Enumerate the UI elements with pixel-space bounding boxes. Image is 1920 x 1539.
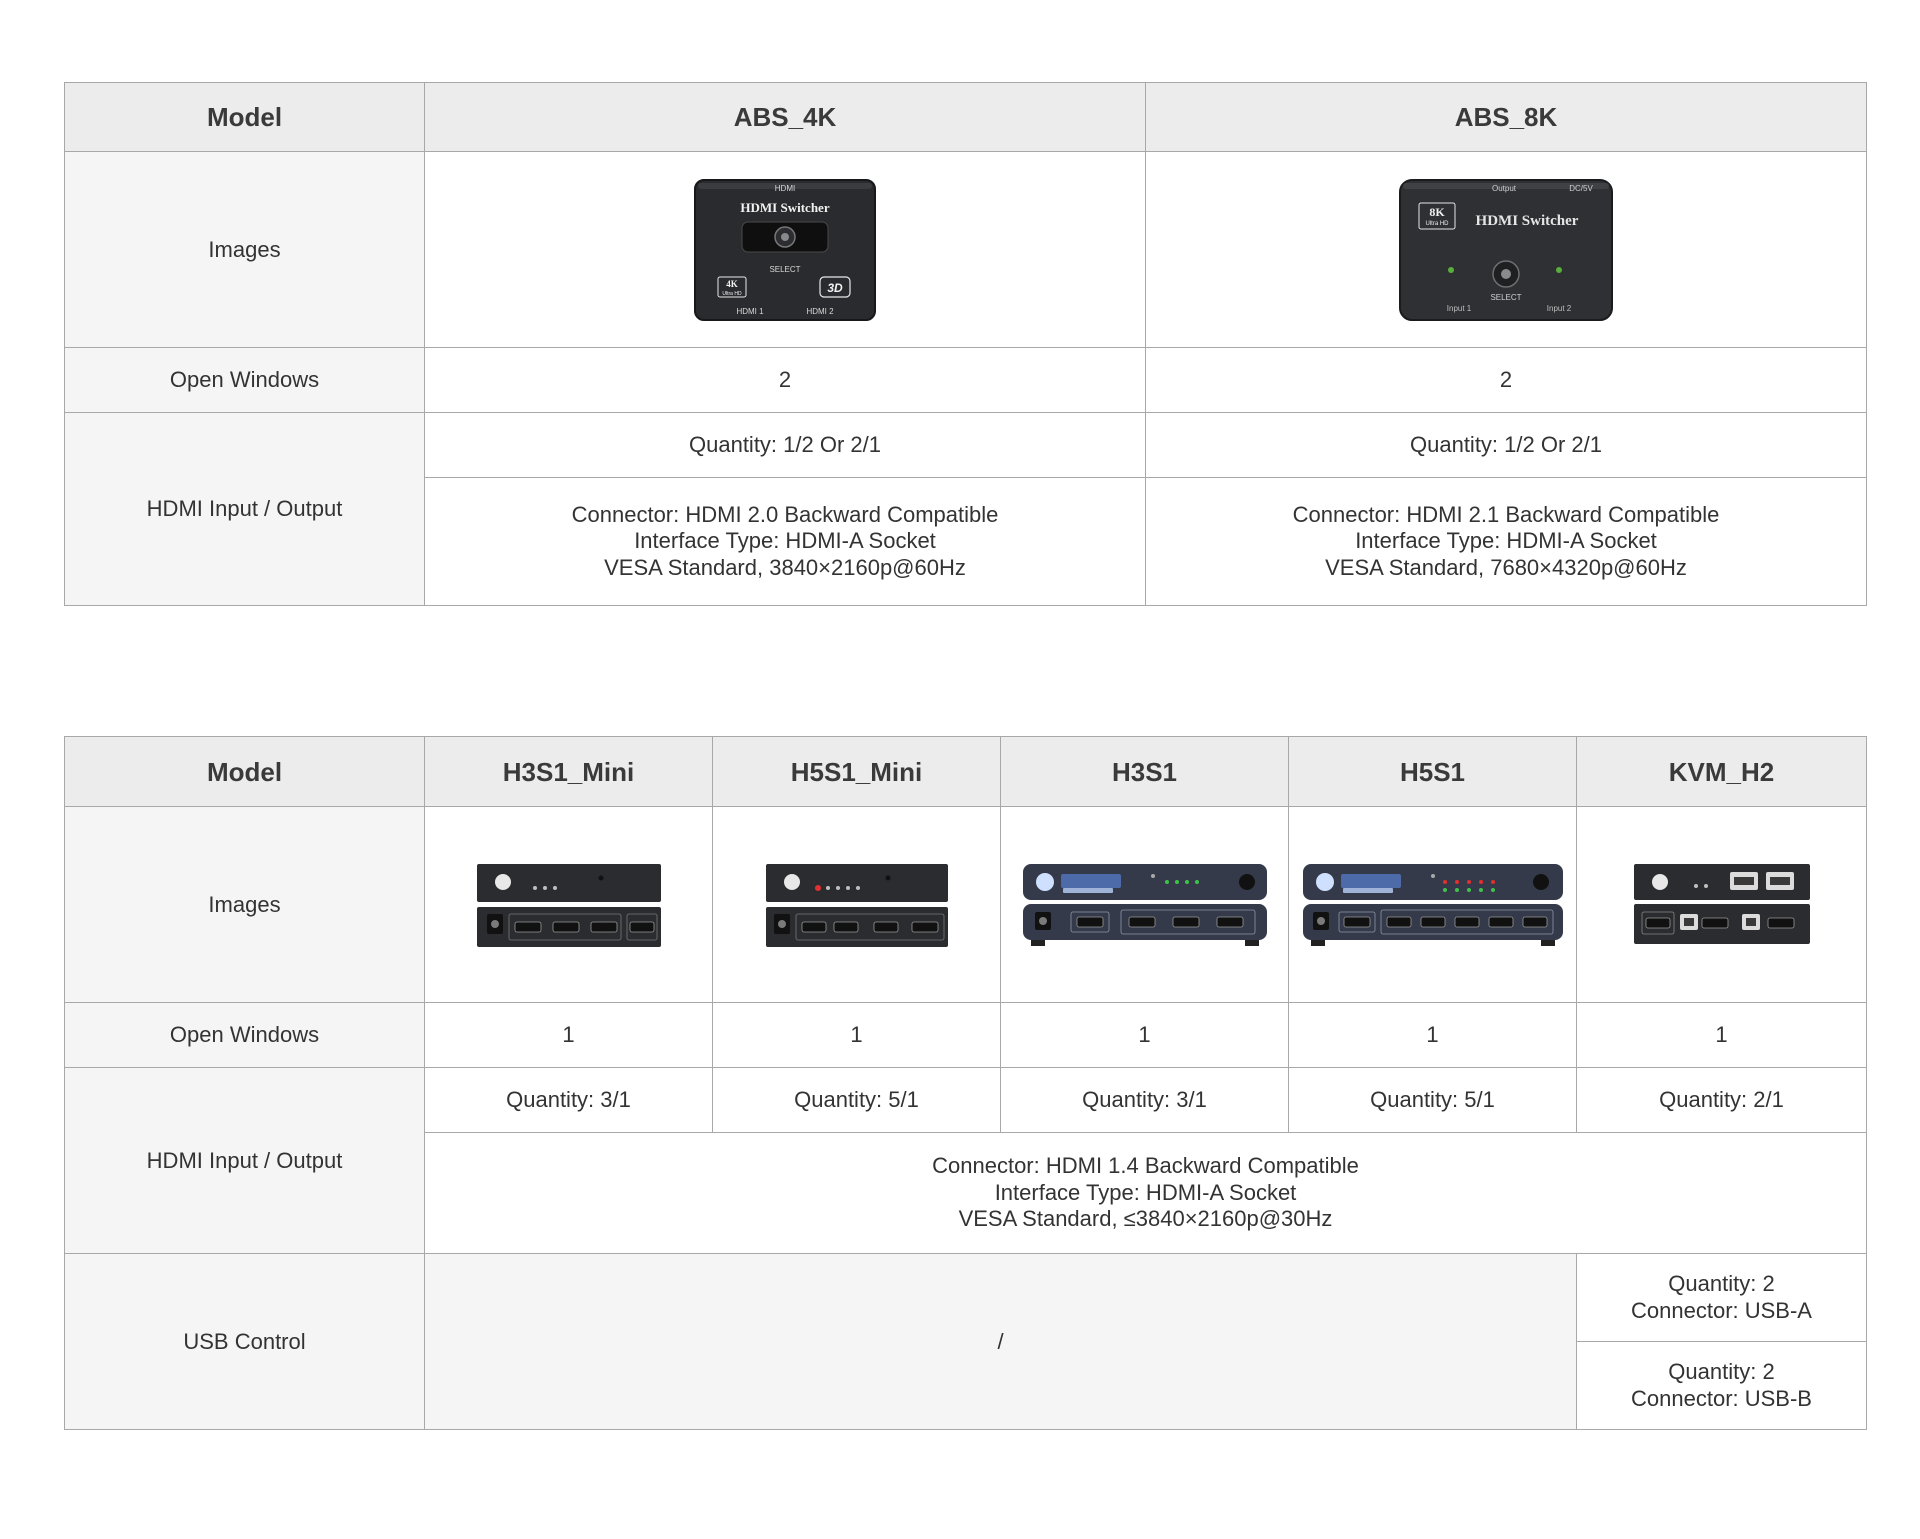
quantity-h3s1-mini: Quantity: 3/1: [424, 1067, 713, 1133]
svg-text:HDMI 1: HDMI 1: [736, 307, 764, 316]
images-row-label: Images: [64, 151, 425, 348]
image-cell-h5s1: [1288, 806, 1577, 1003]
model-name-abs-8k: ABS_8K: [1145, 82, 1867, 152]
model-name-h5s1-mini: H5S1_Mini: [712, 736, 1001, 807]
model-name-h3s1-mini: H3S1_Mini: [424, 736, 713, 807]
quantity-h3s1: Quantity: 3/1: [1000, 1067, 1289, 1133]
image-cell-abs-8k: Output DC/5V 8K Ultra HD HDMI Switcher S…: [1145, 151, 1867, 348]
open-windows-h3s1: 1: [1000, 1002, 1289, 1068]
h5s1-switch-image: [1302, 863, 1563, 946]
svg-text:DC/5V: DC/5V: [1569, 184, 1593, 193]
h3s1-switch-image: [1022, 863, 1267, 946]
usb-a-quantity: Quantity: 2: [1668, 1271, 1775, 1296]
connector-line: Connector: HDMI 2.1 Backward Compatible: [1292, 501, 1720, 527]
model-name-abs-4k: ABS_4K: [424, 82, 1146, 152]
open-windows-h3s1-mini: 1: [424, 1002, 713, 1068]
usb-control-none: /: [424, 1253, 1577, 1430]
interface-line: Interface Type: HDMI-A Socket: [994, 1179, 1297, 1205]
quantity-h5s1-mini: Quantity: 5/1: [712, 1067, 1001, 1133]
image-cell-kvm-h2: [1576, 806, 1867, 1003]
svg-text:HDMI: HDMI: [775, 184, 795, 193]
quantity-h5s1: Quantity: 5/1: [1288, 1067, 1577, 1133]
model-header-label: Model: [64, 82, 425, 152]
usb-b-info-kvm-h2: Quantity: 2 Connector: USB-B: [1576, 1341, 1867, 1430]
open-windows-abs-4k: 2: [424, 347, 1146, 413]
open-windows-abs-8k: 2: [1145, 347, 1867, 413]
svg-text:HDMI 2: HDMI 2: [806, 307, 834, 316]
open-windows-kvm-h2: 1: [1576, 1002, 1867, 1068]
svg-text:SELECT: SELECT: [1490, 293, 1521, 302]
svg-text:Ultra HD: Ultra HD: [722, 291, 742, 297]
interface-line: Interface Type: HDMI-A Socket: [1355, 528, 1657, 554]
h5s1-mini-switch-image: [765, 863, 948, 947]
usb-a-info-kvm-h2: Quantity: 2 Connector: USB-A: [1576, 1253, 1867, 1342]
image-cell-h3s1-mini: [424, 806, 713, 1003]
connector-line: Connector: HDMI 1.4 Backward Compatible: [932, 1153, 1359, 1179]
model-name-h5s1: H5S1: [1288, 736, 1577, 807]
quantity-kvm-h2: Quantity: 2/1: [1576, 1067, 1867, 1133]
svg-text:HDMI Switcher: HDMI Switcher: [740, 200, 829, 215]
quantity-abs-4k: Quantity: 1/2 Or 2/1: [424, 412, 1146, 478]
svg-text:Input 2: Input 2: [1547, 304, 1572, 313]
hdmi-io-row-label: HDMI Input / Output: [64, 412, 425, 606]
image-cell-h3s1: [1000, 806, 1289, 1003]
hdmi-switch-spec-table: Model H3S1_Mini H5S1_Mini H3S1 H5S1 KVM_…: [64, 736, 1867, 1430]
vesa-line: VESA Standard, 7680×4320p@60Hz: [1325, 554, 1687, 580]
quantity-abs-8k: Quantity: 1/2 Or 2/1: [1145, 412, 1867, 478]
hdmi-switcher-8k-image: Output DC/5V 8K Ultra HD HDMI Switcher S…: [1399, 178, 1613, 321]
svg-text:Output: Output: [1492, 184, 1517, 193]
usb-b-quantity: Quantity: 2: [1668, 1359, 1775, 1384]
svg-text:4K: 4K: [726, 279, 738, 289]
usb-control-row-label: USB Control: [64, 1253, 425, 1430]
svg-text:HDMI Switcher: HDMI Switcher: [1476, 213, 1579, 229]
svg-text:Input 1: Input 1: [1447, 304, 1472, 313]
image-cell-abs-4k: HDMI HDMI Switcher SELECT 4K Ultra HD 3D…: [424, 151, 1146, 348]
model-name-h3s1: H3S1: [1000, 736, 1289, 807]
usb-a-connector: Connector: USB-A: [1631, 1297, 1812, 1323]
connector-info-abs-8k: Connector: HDMI 2.1 Backward Compatible …: [1145, 477, 1867, 606]
open-windows-row-label: Open Windows: [64, 1002, 425, 1068]
hdmi-switcher-4k-image: HDMI HDMI Switcher SELECT 4K Ultra HD 3D…: [694, 178, 876, 321]
model-name-kvm-h2: KVM_H2: [1576, 736, 1867, 807]
open-windows-h5s1: 1: [1288, 1002, 1577, 1068]
images-row-label: Images: [64, 806, 425, 1003]
svg-text:8K: 8K: [1429, 205, 1445, 219]
open-windows-row-label: Open Windows: [64, 347, 425, 413]
connector-line: Connector: HDMI 2.0 Backward Compatible: [571, 501, 999, 527]
svg-text:3D: 3D: [827, 281, 843, 295]
model-header-label: Model: [64, 736, 425, 807]
interface-line: Interface Type: HDMI-A Socket: [634, 528, 936, 554]
svg-text:Ultra HD: Ultra HD: [1425, 221, 1449, 227]
kvm-h2-switch-image: [1633, 863, 1810, 944]
usb-b-connector: Connector: USB-B: [1631, 1385, 1812, 1411]
image-cell-h5s1-mini: [712, 806, 1001, 1003]
hdmi-io-row-label: HDMI Input / Output: [64, 1067, 425, 1254]
abs-spec-table: Model ABS_4K ABS_8K Images HDMI HDMI Swi…: [64, 82, 1867, 606]
vesa-line: VESA Standard, ≤3840×2160p@30Hz: [958, 1206, 1333, 1232]
vesa-line: VESA Standard, 3840×2160p@60Hz: [604, 554, 966, 580]
connector-info-abs-4k: Connector: HDMI 2.0 Backward Compatible …: [424, 477, 1146, 606]
h3s1-mini-switch-image: [476, 863, 661, 947]
connector-info-shared: Connector: HDMI 1.4 Backward Compatible …: [424, 1132, 1867, 1254]
open-windows-h5s1-mini: 1: [712, 1002, 1001, 1068]
svg-text:SELECT: SELECT: [769, 265, 800, 274]
